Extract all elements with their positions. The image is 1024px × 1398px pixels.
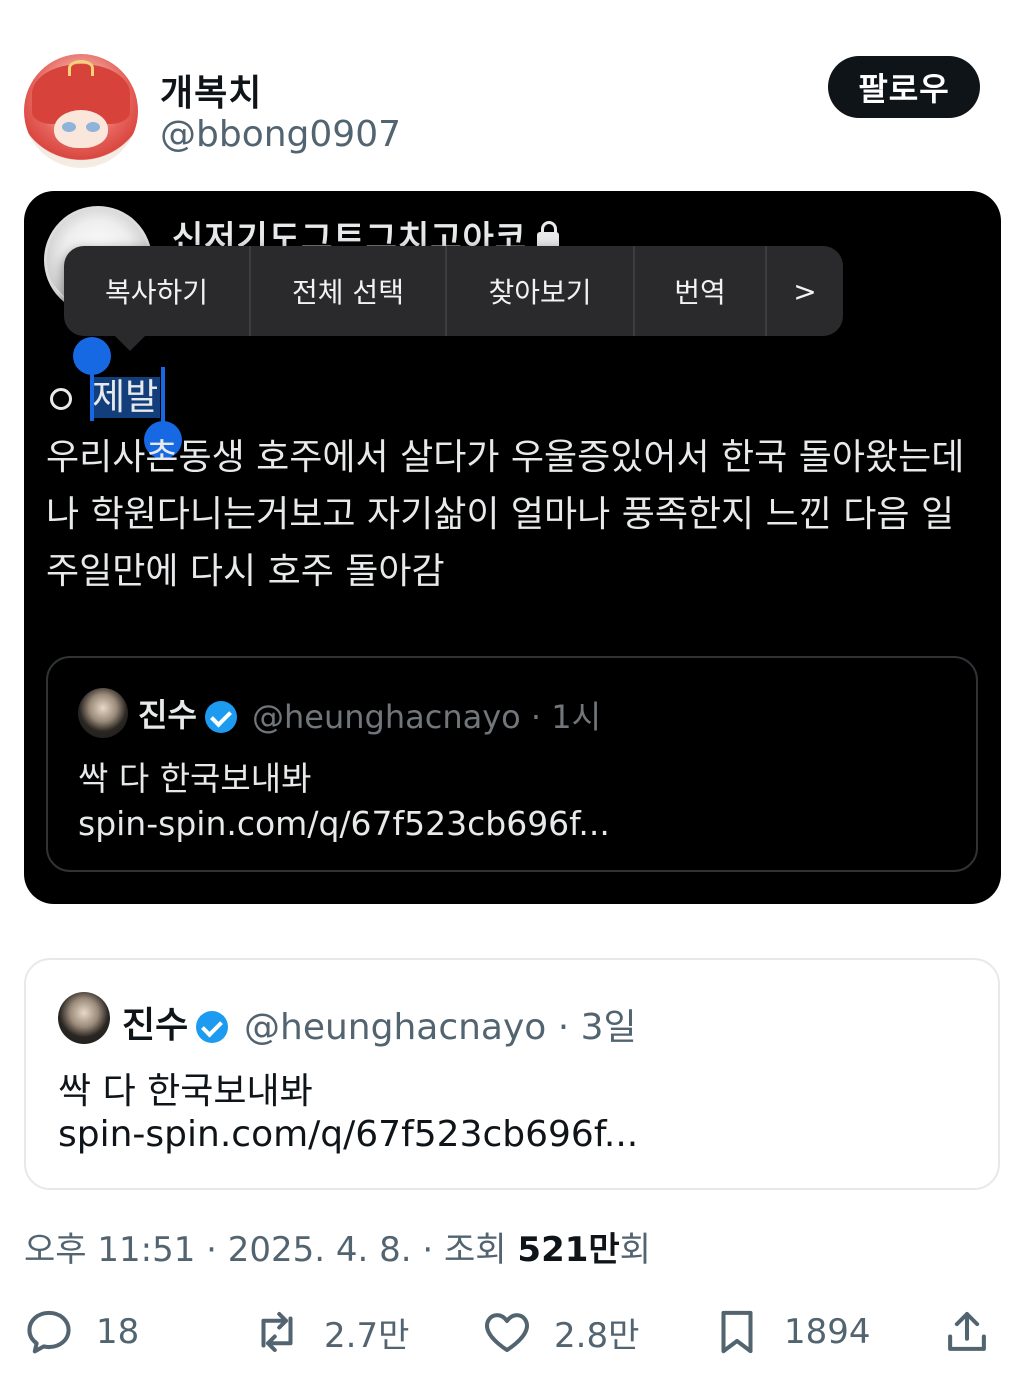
quoted-link[interactable]: spin-spin.com/q/67f523cb696f...	[58, 1114, 638, 1155]
quoted-name-text: 진수	[138, 696, 197, 734]
screenshot-account-name-text: 신저기도그트그치고아코	[172, 219, 528, 249]
timestamp-prefix: 오후 11:51 · 2025. 4. 8. · 조회	[24, 1230, 518, 1270]
share-icon	[948, 1311, 986, 1351]
author-display-name[interactable]: 개복치	[160, 64, 262, 116]
chevron-right-icon: >	[793, 274, 817, 308]
selection-bar-end	[161, 367, 165, 423]
selected-text: 제발	[90, 377, 161, 418]
menu-select-all: 전체 선택	[251, 246, 447, 336]
bookmark-button[interactable]: 1894	[710, 1300, 871, 1364]
share-button[interactable]	[940, 1300, 994, 1364]
author-avatar[interactable]	[24, 54, 138, 168]
heart-icon	[485, 1313, 529, 1353]
retweet-icon	[261, 1311, 293, 1353]
like-count: 2.8만	[554, 1315, 640, 1356]
like-button[interactable]: 2.8만	[480, 1300, 639, 1364]
quoted-text: 싹 다 한국보내봐	[58, 1071, 313, 1112]
screenshot-body-text: 우리사촌동생 호주에서 살다가 우울증있어서 한국 돌아왔는데 나 학원다니는거…	[46, 437, 965, 592]
avatar-eye	[62, 122, 76, 132]
quoted-meta: @heunghacnayo · 1시	[252, 698, 602, 736]
action-bar: 18 2.7만 2.8만 1894	[0, 1300, 1024, 1370]
retweet-button[interactable]: 2.7만	[250, 1300, 409, 1364]
menu-copy: 복사하기	[64, 246, 251, 336]
follow-button[interactable]: 팔로우	[828, 56, 980, 118]
screenshot-first-line: 제발	[50, 373, 161, 423]
quoted-avatar	[78, 688, 128, 738]
context-menu: 복사하기 전체 선택 찾아보기 번역 >	[64, 246, 843, 336]
quoted-post-card[interactable]: 진수 @heunghacnayo · 3일 싹 다 한국보내봐 spin-spi…	[24, 958, 1000, 1190]
quoted-name-text: 진수	[122, 1005, 189, 1046]
circle-icon	[50, 388, 72, 410]
author-handle[interactable]: @bbong0907	[160, 114, 401, 155]
view-count: 521만	[517, 1230, 620, 1270]
quoted-avatar[interactable]	[58, 992, 110, 1044]
screenshot-quoted-post: 진수 @heunghacnayo · 1시 싹 다 한국보내봐 spin-spi…	[46, 656, 978, 872]
quoted-text: 싹 다 한국보내봐	[78, 759, 312, 798]
context-menu-pointer	[114, 335, 146, 351]
selection-handle-start	[73, 337, 111, 375]
post-timestamp: 오후 11:51 · 2025. 4. 8. · 조회 521만회	[24, 1222, 651, 1271]
embedded-screenshot[interactable]: 신저기도그트그치고아코 복사하기 전체 선택 찾아보기 번역 > 제발 우리사촌…	[24, 191, 1001, 904]
timestamp-suffix: 회	[619, 1230, 651, 1270]
quoted-link: spin-spin.com/q/67f523cb696f...	[78, 804, 610, 843]
reply-count: 18	[96, 1312, 140, 1352]
menu-look-up: 찾아보기	[447, 246, 635, 336]
bookmark-icon	[721, 1310, 753, 1354]
screenshot-account-name: 신저기도그트그치고아코	[172, 209, 560, 249]
verified-badge-icon	[196, 1011, 229, 1043]
quoted-name: 진수	[138, 690, 237, 736]
menu-translate: 번역	[635, 246, 767, 336]
retweet-count: 2.7만	[324, 1315, 410, 1356]
bookmark-count: 1894	[784, 1312, 871, 1352]
avatar-eye	[86, 122, 100, 132]
avatar-horn	[68, 60, 94, 76]
verified-badge-icon	[204, 701, 237, 733]
selection-bar-start	[90, 369, 94, 421]
quoted-meta: @heunghacnayo · 3일	[244, 1007, 637, 1048]
reply-icon	[27, 1310, 71, 1354]
quoted-name[interactable]: 진수	[122, 996, 229, 1048]
reply-button[interactable]: 18	[22, 1300, 139, 1364]
